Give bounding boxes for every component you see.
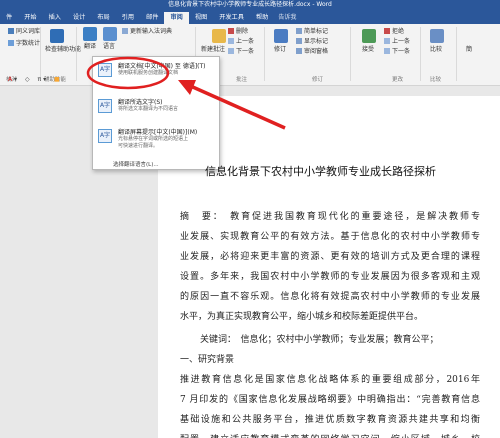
annotation-overlay: [86, 56, 286, 130]
pointer-arrow-shaft: [185, 82, 286, 130]
highlight-circle: [86, 56, 170, 90]
